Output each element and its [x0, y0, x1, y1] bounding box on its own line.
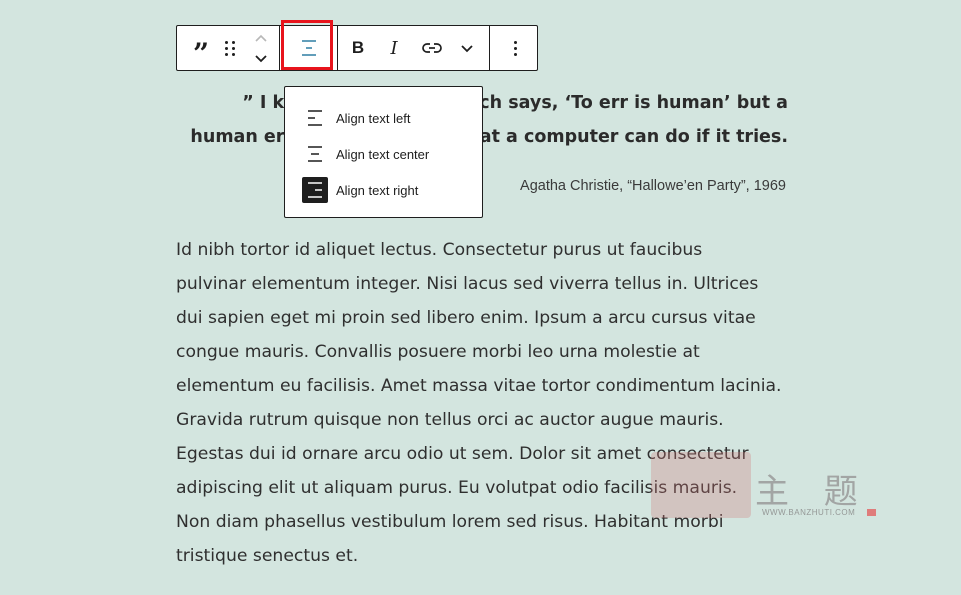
- block-toolbar: ” B I: [176, 25, 538, 71]
- paragraph-line: elementum eu facilisis. Amet massa vitae…: [176, 376, 782, 396]
- menu-item-align-center[interactable]: Align text center: [302, 141, 472, 167]
- align-dropdown-menu: Align text left Align text center Align …: [284, 86, 483, 218]
- watermark-text: 主 题: [755, 472, 870, 512]
- move-up-button[interactable]: [249, 28, 273, 48]
- bold-button[interactable]: B: [343, 26, 373, 70]
- bold-icon: B: [351, 38, 365, 57]
- paragraph-line: tristique senectus et.: [176, 546, 359, 566]
- paragraph-line: Gravida rutrum quisque non tellus orci a…: [176, 410, 724, 430]
- menu-item-label: Align text left: [336, 110, 411, 126]
- watermark-url: WWW.BANZHUTI.COM: [762, 508, 856, 517]
- menu-item-label: Align text center: [336, 146, 430, 162]
- watermark-mark: [867, 509, 876, 516]
- align-center-icon: [302, 141, 328, 167]
- move-up-icon: [255, 34, 267, 42]
- italic-icon: I: [390, 37, 398, 59]
- italic-button[interactable]: I: [379, 26, 409, 70]
- move-down-button[interactable]: [249, 48, 273, 68]
- drag-handle-button[interactable]: [221, 26, 239, 70]
- more-button[interactable]: [453, 26, 481, 70]
- paragraph-line: pulvinar elementum integer. Nisi lacus s…: [176, 274, 759, 294]
- menu-item-align-right[interactable]: Align text right: [302, 177, 472, 203]
- paragraph-line: dui sapien eget mi proin sed libero enim…: [176, 308, 756, 328]
- menu-item-label: Align text right: [336, 182, 419, 198]
- options-button[interactable]: [495, 26, 535, 70]
- watermark-seal-icon: [651, 452, 751, 518]
- watermark-logo: 主 题 WWW.BANZHUTI.COM: [648, 446, 878, 526]
- quote-block-icon: ”: [192, 37, 210, 70]
- toolbar-separator: [489, 26, 490, 70]
- align-left-icon: [302, 105, 328, 131]
- paragraph-line: Id nibh tortor id aliquet lectus. Consec…: [176, 240, 703, 260]
- menu-item-align-left[interactable]: Align text left: [302, 105, 472, 131]
- align-button[interactable]: [285, 26, 333, 70]
- paragraph-line: congue mauris. Convallis posuere morbi l…: [176, 342, 700, 362]
- options-icon: [513, 40, 517, 56]
- more-chevron-icon: [461, 44, 473, 52]
- move-down-icon: [255, 54, 267, 62]
- link-button[interactable]: [415, 26, 449, 70]
- toolbar-separator: [279, 26, 280, 70]
- align-right-icon: [302, 177, 328, 203]
- toolbar-separator: [337, 26, 338, 70]
- link-icon: [422, 43, 442, 53]
- drag-handle-icon: [225, 40, 235, 56]
- align-center-icon: [302, 40, 316, 56]
- quote-block-button[interactable]: ”: [181, 26, 221, 70]
